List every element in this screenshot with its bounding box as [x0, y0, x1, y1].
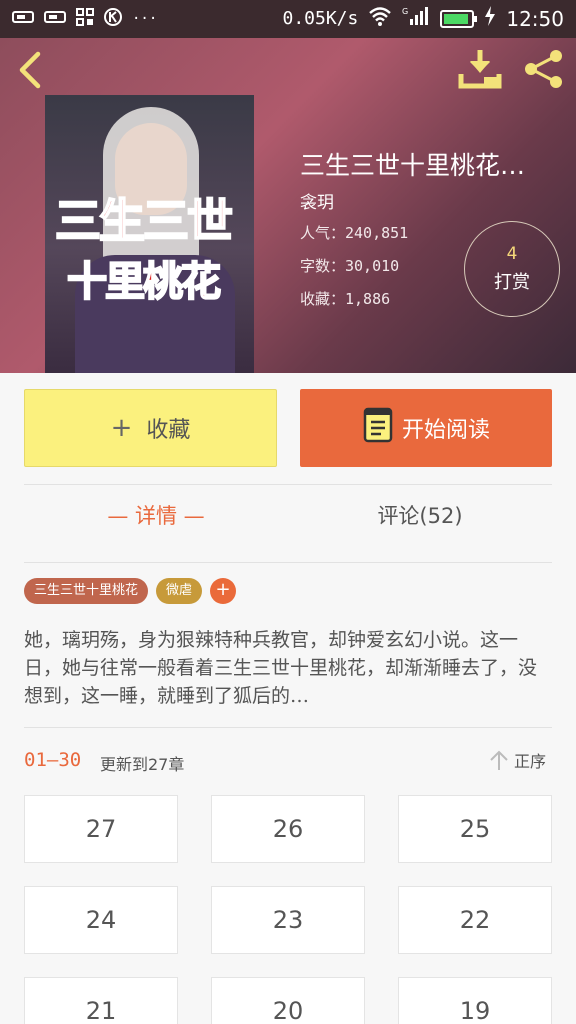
back-button[interactable]	[14, 50, 50, 89]
tag-list: 三生三世十里桃花 微虐 +	[24, 578, 237, 604]
net-speed: 0.05K/s	[282, 8, 359, 29]
svg-text:G: G	[402, 7, 408, 16]
status-right: 0.05K/s G 12:50	[282, 6, 564, 31]
download-icon	[458, 50, 502, 89]
book-icon	[362, 406, 394, 450]
start-reading-label: 开始阅读	[401, 418, 490, 443]
sort-up-icon	[490, 750, 508, 770]
battery-icon	[440, 9, 478, 28]
sort-label: 正序	[514, 752, 547, 771]
favorite-label: 收藏	[146, 418, 191, 443]
tag-genre[interactable]: 微虐	[156, 578, 203, 604]
chapter-update-text: 更新到27章	[100, 755, 185, 774]
reward-label: 打赏	[494, 272, 530, 293]
k-app-icon	[104, 8, 122, 30]
start-reading-button[interactable]: 开始阅读	[300, 389, 552, 467]
chapter-item[interactable]: 23	[211, 886, 365, 954]
reward-button[interactable]: 4 打赏	[464, 221, 560, 317]
favorites-count: 收藏：1,886	[300, 290, 391, 308]
cover-title-art: 三生三世 十里桃花	[49, 185, 249, 345]
divider	[24, 727, 552, 728]
word-count: 字数：30,010	[300, 257, 400, 275]
tag-novel[interactable]: 三生三世十里桃花	[24, 578, 149, 604]
chapter-item[interactable]: 27	[24, 795, 178, 863]
signal-icon: G	[402, 6, 430, 31]
status-bar: ··· 0.05K/s G 12:50	[0, 0, 576, 38]
cover-title-line2: 十里桃花	[66, 257, 222, 306]
plus-icon: +	[110, 413, 133, 443]
chapter-item[interactable]: 19	[398, 977, 552, 1024]
back-icon	[19, 51, 41, 89]
reward-count: 4	[506, 244, 518, 264]
chapter-item[interactable]: 22	[398, 886, 552, 954]
chapter-item[interactable]: 26	[211, 795, 365, 863]
chapter-item[interactable]: 25	[398, 795, 552, 863]
sim2-icon	[44, 10, 66, 28]
divider	[24, 484, 552, 485]
share-icon	[525, 50, 562, 88]
popularity: 人气：240,851	[300, 224, 409, 242]
more-icon: ···	[132, 11, 158, 27]
clock: 12:50	[506, 6, 564, 31]
chapter-range-selector[interactable]: 01—30	[24, 749, 81, 771]
book-title: 三生三世十里桃花…	[300, 151, 526, 180]
book-intro[interactable]: 她，璃玥殇，身为狠辣特种兵教官，却钟爱玄幻小说。这一日，她与往常一般看着三生三世…	[24, 626, 554, 710]
notification-icons: ···	[12, 8, 157, 30]
book-cover: 三生三世 十里桃花	[45, 95, 254, 373]
cover-title-line1: 三生三世	[54, 193, 234, 249]
tab-detail[interactable]: — 详情 —	[24, 500, 288, 546]
app-grid-icon	[76, 8, 94, 30]
charging-icon	[484, 6, 496, 31]
book-header: 三生三世 十里桃花 三生三世十里桃花… 衾玥 人气：240,851 字数：30,…	[0, 38, 576, 373]
divider	[24, 562, 552, 563]
favorite-button[interactable]: + 收藏	[24, 389, 277, 467]
chapter-item[interactable]: 21	[24, 977, 178, 1024]
sim-icon	[12, 10, 34, 28]
wifi-icon	[368, 6, 392, 31]
book-author[interactable]: 衾玥	[300, 188, 334, 213]
chapter-item[interactable]: 20	[211, 977, 365, 1024]
tab-comments[interactable]: 评论(52)	[288, 500, 552, 546]
share-button[interactable]	[522, 48, 566, 90]
download-button[interactable]	[458, 48, 502, 90]
sort-button[interactable]: 正序	[488, 748, 546, 772]
add-tag-button[interactable]: +	[210, 578, 237, 604]
chapter-item[interactable]: 24	[24, 886, 178, 954]
